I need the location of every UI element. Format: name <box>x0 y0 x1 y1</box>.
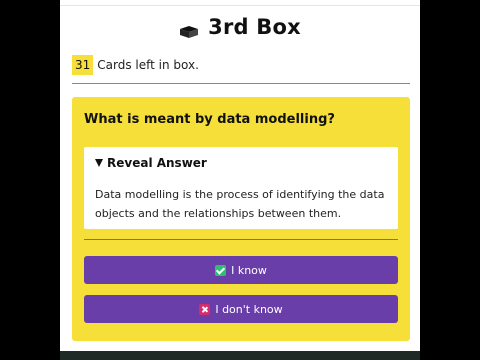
question-text: What is meant by data modelling? <box>84 112 335 127</box>
cards-left-status: 31 Cards left in box. <box>72 55 199 75</box>
bottom-band <box>60 351 420 360</box>
card-divider <box>84 239 398 240</box>
cards-left-count: 31 <box>72 55 94 75</box>
answer-text: Data modelling is the process of identif… <box>95 188 385 220</box>
i-know-button[interactable]: I know <box>84 256 398 284</box>
page-title: 3rd Box <box>60 12 420 42</box>
reveal-answer-toggle[interactable]: Reveal Answer <box>95 156 207 170</box>
triangle-down-icon <box>95 159 103 167</box>
answer-details: Reveal Answer Data modelling is the proc… <box>84 147 398 229</box>
reveal-answer-label: Reveal Answer <box>107 156 207 170</box>
i-dont-know-label: I don't know <box>215 302 283 316</box>
title-text: 3rd Box <box>208 15 301 39</box>
section-divider <box>72 83 410 84</box>
check-icon <box>215 264 227 276</box>
top-divider <box>60 5 420 6</box>
flashcard: What is meant by data modelling? Reveal … <box>72 97 410 341</box>
flashcard-page: 3rd Box 31 Cards left in box. What is me… <box>60 0 420 360</box>
cross-icon <box>199 303 211 315</box>
i-dont-know-button[interactable]: I don't know <box>84 295 398 323</box>
i-know-label: I know <box>231 263 267 277</box>
cards-left-label: Cards left in box. <box>97 58 199 72</box>
box-icon <box>179 20 199 38</box>
